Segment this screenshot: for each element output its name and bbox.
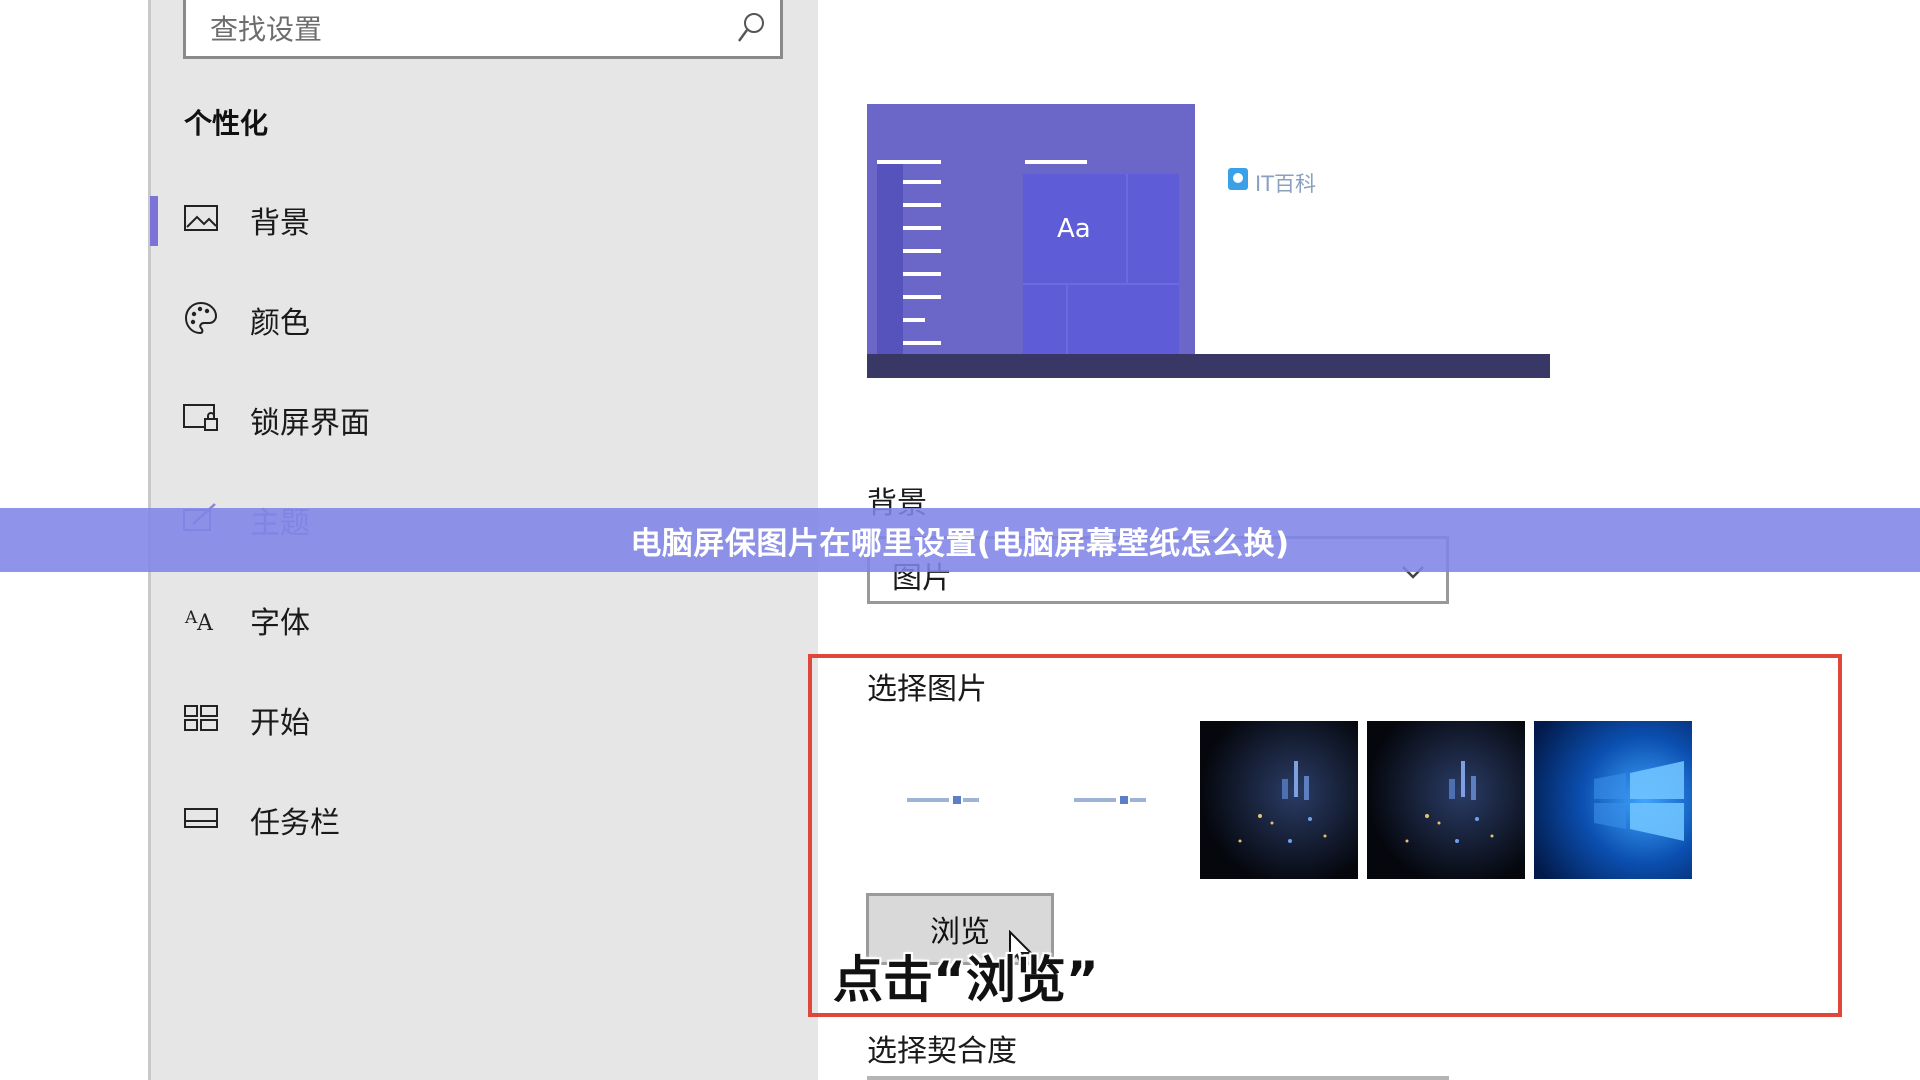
sidebar-item-taskbar[interactable]: 任务栏 — [150, 778, 810, 858]
picture-thumbnail[interactable] — [1367, 721, 1525, 879]
desktop-preview: Aa IT百科 — [867, 104, 1550, 378]
sidebar-item-background[interactable]: 背景 — [150, 178, 810, 258]
search-input[interactable] — [210, 9, 710, 49]
palette-icon — [182, 300, 220, 336]
search-icon[interactable] — [736, 11, 766, 45]
sidebar-item-label: 任务栏 — [250, 806, 340, 841]
start-icon — [182, 700, 220, 736]
sidebar-item-label: 颜色 — [250, 306, 310, 341]
settings-window: 个性化 背景 颜色 锁屏界面 主题 AA 字体 开始 — [0, 0, 1920, 1080]
banner-text: 电脑屏保图片在哪里设置(电脑屏幕壁纸怎么换) — [630, 525, 1290, 562]
sidebar-item-label: 开始 — [250, 706, 310, 741]
picture-thumbnail[interactable] — [867, 721, 1025, 879]
sidebar-item-lock-screen[interactable]: 锁屏界面 — [150, 378, 810, 458]
lock-screen-icon — [182, 400, 220, 436]
image-icon — [182, 200, 220, 236]
choose-fit-label: 选择契合度 — [867, 1034, 1017, 1069]
preview-sample-text: Aa — [1057, 214, 1091, 244]
page-title: 个性化 — [184, 107, 269, 140]
sidebar-item-colors[interactable]: 颜色 — [150, 278, 810, 358]
sidebar-item-fonts[interactable]: AA 字体 — [150, 578, 810, 658]
picture-thumbnail[interactable] — [1200, 721, 1358, 879]
font-icon: AA — [182, 600, 220, 636]
subtitle-caption: 点击“浏览” — [833, 951, 1099, 1009]
choose-picture-label: 选择图片 — [867, 672, 987, 707]
sidebar-item-label: 背景 — [250, 206, 310, 241]
picture-thumbnail[interactable] — [1534, 721, 1692, 879]
svg-text:A: A — [184, 608, 198, 628]
taskbar-icon — [182, 800, 220, 836]
fit-dropdown-edge[interactable] — [867, 1076, 1449, 1080]
sidebar-item-label: 锁屏界面 — [250, 406, 370, 441]
sidebar-item-start[interactable]: 开始 — [150, 678, 810, 758]
title-banner: 电脑屏保图片在哪里设置(电脑屏幕壁纸怎么换) — [0, 508, 1920, 572]
sidebar-item-label: 字体 — [250, 606, 310, 641]
picture-thumbnail[interactable] — [1034, 721, 1192, 879]
svg-text:A: A — [196, 611, 214, 633]
watermark-text: IT百科 — [1255, 172, 1316, 196]
search-box[interactable] — [183, 0, 783, 59]
